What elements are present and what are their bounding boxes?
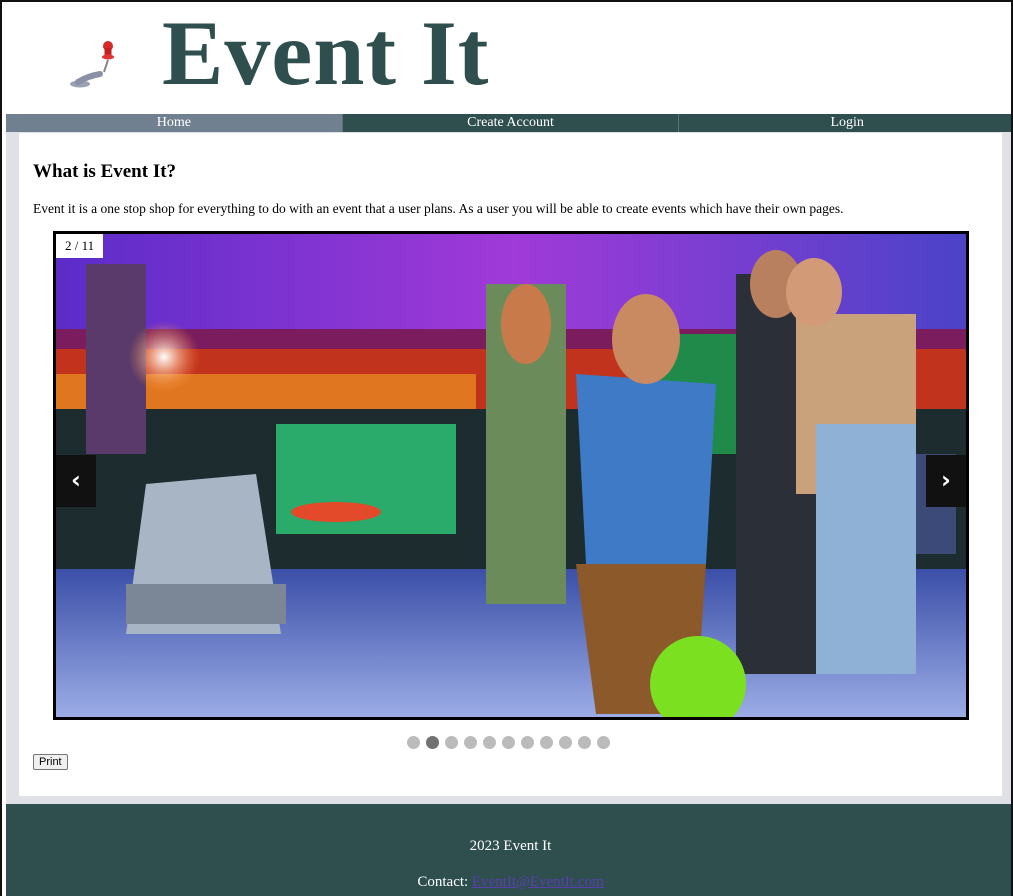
page-frame: Event It Home Create Account Login What … bbox=[0, 0, 1013, 896]
site-footer: 2023 Event It Contact: EventIt@EventIt.c… bbox=[6, 804, 1011, 896]
contact-email-link[interactable]: EventIt@EventIt.com bbox=[472, 874, 604, 890]
slide-counter: 2 / 11 bbox=[56, 234, 104, 258]
slide-dot[interactable] bbox=[464, 736, 477, 749]
image-slideshow: 2 / 11 ‹ › bbox=[53, 231, 969, 720]
footer-contact: Contact: EventIt@EventIt.com bbox=[6, 874, 1011, 891]
page-heading: What is Event It? bbox=[33, 161, 177, 182]
slide-dot[interactable] bbox=[445, 736, 458, 749]
slide-dot[interactable] bbox=[521, 736, 534, 749]
nav-login[interactable]: Login bbox=[679, 114, 1011, 132]
slide-dot[interactable] bbox=[426, 736, 439, 749]
intro-text: Event it is a one stop shop for everythi… bbox=[33, 201, 844, 216]
pushpin-icon bbox=[70, 41, 114, 88]
site-title: Event It bbox=[162, 2, 490, 104]
previous-slide-button[interactable]: ‹ bbox=[56, 455, 96, 507]
print-button[interactable]: Print bbox=[33, 754, 68, 770]
nav-create-account[interactable]: Create Account bbox=[343, 114, 680, 132]
site-header: Event It bbox=[4, 2, 1011, 114]
footer-copyright: 2023 Event It bbox=[469, 838, 552, 854]
contact-label: Contact: bbox=[417, 874, 472, 890]
slide-dot[interactable] bbox=[540, 736, 553, 749]
next-slide-button[interactable]: › bbox=[926, 455, 966, 507]
slide-dot[interactable] bbox=[407, 736, 420, 749]
slide-image-bowling bbox=[56, 234, 966, 717]
slide-dot[interactable] bbox=[597, 736, 610, 749]
slide-indicators bbox=[407, 736, 610, 749]
slide-dot[interactable] bbox=[483, 736, 496, 749]
slide-dot[interactable] bbox=[502, 736, 515, 749]
main-content: What is Event It? Event it is a one stop… bbox=[19, 133, 1002, 796]
slide-dot[interactable] bbox=[578, 736, 591, 749]
nav-home[interactable]: Home bbox=[6, 114, 343, 132]
main-nav: Home Create Account Login bbox=[6, 114, 1011, 132]
slide-dot[interactable] bbox=[559, 736, 572, 749]
